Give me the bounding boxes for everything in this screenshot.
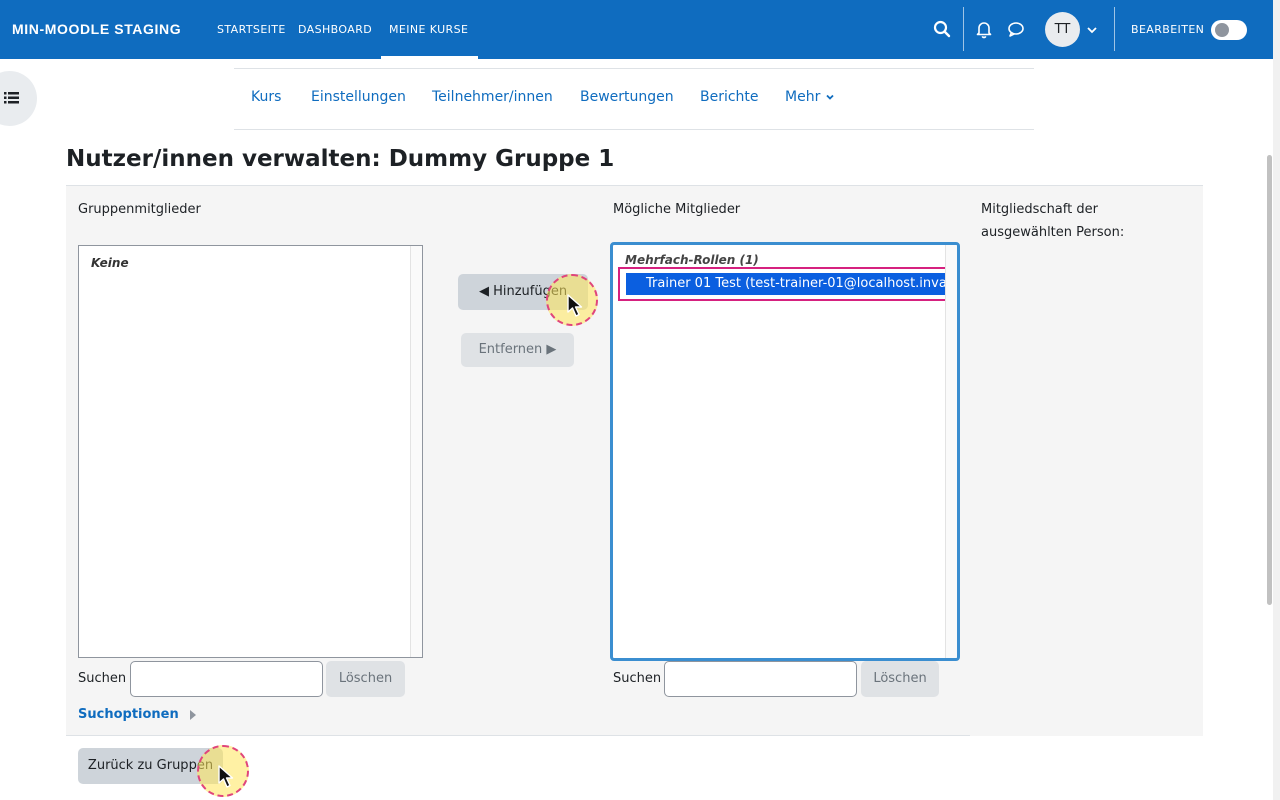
members-search-label: Suchen — [78, 671, 127, 686]
tab-berichte[interactable]: Berichte — [700, 89, 759, 105]
user-avatar[interactable]: TT — [1045, 12, 1080, 47]
group-members-label: Gruppenmitglieder — [78, 202, 201, 217]
nav-link-meine-kurse[interactable]: MEINE KURSE — [389, 23, 468, 36]
tab-einstellungen[interactable]: Einstellungen — [311, 89, 406, 105]
potential-clear-button[interactable]: Löschen — [861, 661, 939, 697]
tab-mehr-label: Mehr — [785, 89, 821, 105]
nav-link-dashboard[interactable]: DASHBOARD — [298, 23, 372, 36]
tab-kurs[interactable]: Kurs — [251, 89, 281, 105]
chevron-down-icon — [826, 94, 834, 100]
members-clear-button[interactable]: Löschen — [326, 661, 405, 697]
search-options-label: Suchoptionen — [78, 707, 179, 722]
course-index-drawer-button[interactable] — [0, 71, 37, 126]
listbox-scrollbar[interactable] — [410, 246, 422, 657]
listbox-scrollbar[interactable] — [945, 245, 957, 658]
page-scrollbar[interactable] — [1273, 0, 1280, 800]
list-icon — [4, 92, 19, 104]
mouse-cursor-icon — [218, 765, 234, 788]
page-scrollbar-thumb[interactable] — [1267, 155, 1272, 605]
caret-right-icon — [190, 709, 197, 720]
nav-link-startseite[interactable]: STARTSEITE — [217, 23, 286, 36]
members-search-input[interactable] — [130, 661, 323, 697]
edit-mode-toggle[interactable] — [1211, 20, 1247, 40]
potential-search-input[interactable] — [664, 661, 857, 697]
navbar-divider — [963, 7, 964, 51]
tab-teilnehmer[interactable]: Teilnehmer/innen — [432, 89, 553, 105]
top-navbar: MIN-MOODLE STAGING STARTSEITE DASHBOARD … — [0, 0, 1273, 59]
tab-bewertungen[interactable]: Bewertungen — [580, 89, 674, 105]
toggle-knob — [1215, 23, 1229, 37]
group-members-panel: Gruppenmitglieder Keine Suchen Löschen S… — [66, 185, 1203, 736]
chevron-down-icon[interactable] — [1083, 19, 1105, 41]
potential-member-option[interactable]: Trainer 01 Test (test-trainer-01@localho… — [626, 273, 949, 295]
potential-members-listbox[interactable]: Mehrfach-Rollen (1) Trainer 01 Test (tes… — [610, 242, 960, 661]
edit-mode-label: BEARBEITEN — [1131, 23, 1205, 36]
navbar-divider — [1114, 7, 1115, 51]
potential-search-label: Suchen — [613, 671, 662, 686]
search-icon[interactable] — [931, 18, 953, 40]
page-title: Nutzer/innen verwalten: Dummy Gruppe 1 — [66, 146, 615, 172]
footer-divider — [66, 735, 970, 736]
search-options-link[interactable]: Suchoptionen — [78, 707, 197, 722]
remove-member-button[interactable]: Entfernen ▶ — [461, 333, 574, 367]
empty-members-text: Keine — [91, 256, 129, 270]
group-members-listbox[interactable]: Keine — [78, 245, 423, 658]
membership-info-label: Mitgliedschaft der ausgewählten Person: — [981, 202, 1125, 240]
bell-icon[interactable] — [973, 18, 995, 40]
roles-optgroup-heading: Mehrfach-Rollen (1) — [625, 253, 759, 267]
tab-mehr[interactable]: Mehr — [785, 89, 835, 105]
potential-members-label: Mögliche Mitglieder — [613, 202, 741, 217]
mouse-cursor-icon — [567, 294, 583, 317]
secondary-navigation: Kurs Einstellungen Teilnehmer/innen Bewe… — [234, 68, 1034, 130]
site-brand[interactable]: MIN-MOODLE STAGING — [12, 21, 181, 37]
active-nav-indicator — [381, 56, 478, 59]
chat-icon[interactable] — [1005, 18, 1027, 40]
